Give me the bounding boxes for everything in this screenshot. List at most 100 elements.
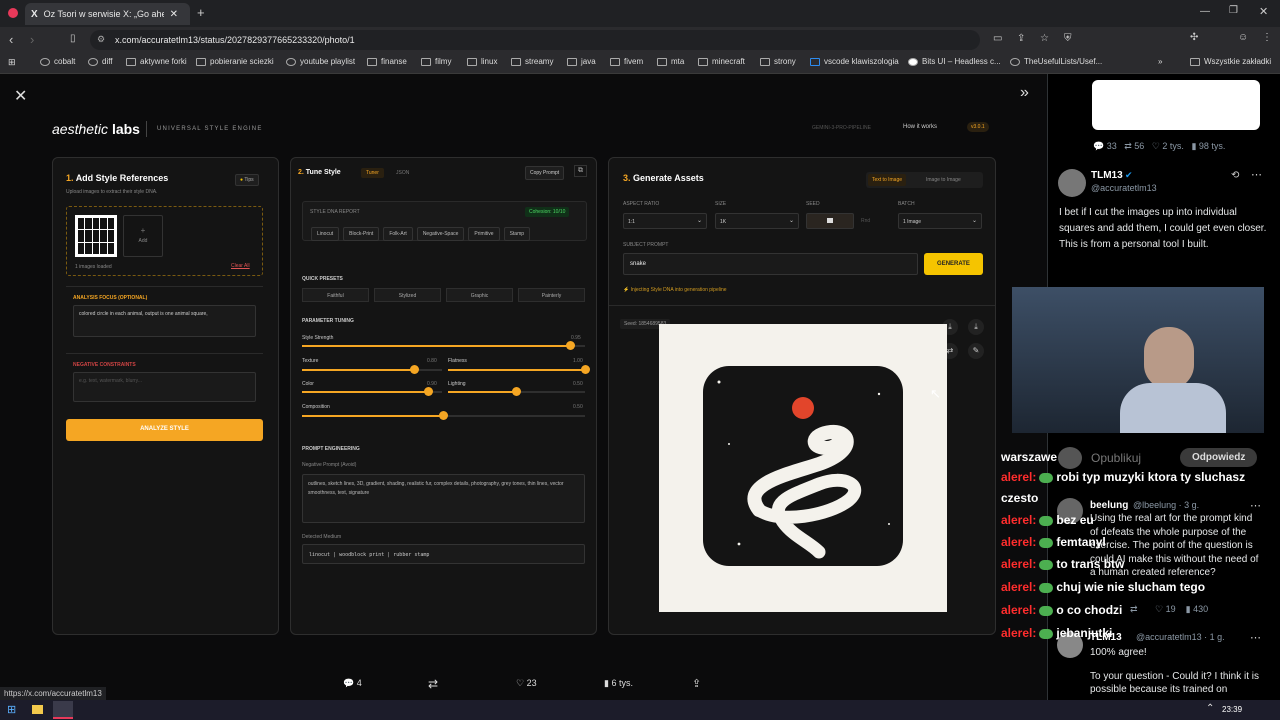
tab-tuner[interactable]: Tuner xyxy=(361,168,384,178)
more-icon[interactable]: ⋮ xyxy=(1262,32,1272,43)
tray-chevron-icon[interactable]: ⌃ xyxy=(1206,703,1214,714)
subject-prompt-input[interactable]: snake xyxy=(623,253,918,275)
bookmark-diff[interactable]: diff xyxy=(88,57,113,66)
browser-tab[interactable]: X Oz Tsori w serwisie X: „Go ahead… ✕ xyxy=(25,3,190,25)
neg-input[interactable]: e.g. text, watermark, blurry... xyxy=(73,372,256,402)
tab-image-to-image[interactable]: Image to Image xyxy=(926,177,961,183)
url-field[interactable]: ⚙ x.com/accuratetlm13/status/20278293776… xyxy=(90,30,980,50)
reference-dropzone[interactable]: + Add 1 images loaded Clear All xyxy=(66,206,263,276)
close-icon[interactable]: ✕ xyxy=(14,86,27,106)
profile-icon[interactable]: ☺ xyxy=(1238,32,1248,43)
bookmark-linux[interactable]: linux xyxy=(467,57,497,66)
more-icon[interactable]: ⋯ xyxy=(1250,499,1261,512)
avatar[interactable] xyxy=(1058,169,1086,197)
flatness-slider[interactable] xyxy=(448,365,590,374)
cast-icon[interactable]: ▭ xyxy=(993,33,1002,44)
close-tab-icon[interactable]: ✕ xyxy=(170,9,178,20)
tab-json[interactable]: JSON xyxy=(396,170,409,176)
shield-icon[interactable]: ⛨ xyxy=(1064,33,1072,44)
copy-icon[interactable]: ⧉ xyxy=(574,165,587,177)
collapse-sidebar-icon[interactable]: » xyxy=(1020,84,1029,102)
batch-select[interactable]: 1 Image ⌄ xyxy=(898,213,982,229)
browser-taskbar-icon[interactable] xyxy=(53,701,73,719)
like-action[interactable]: ♡ 23 xyxy=(516,678,537,689)
how-it-works-link[interactable]: How it works xyxy=(903,124,937,130)
bookmark-fivem[interactable]: fivem xyxy=(610,57,643,66)
chevron-more-icon[interactable]: » xyxy=(1158,57,1162,66)
size-select[interactable]: 1K ⌄ xyxy=(715,213,799,229)
reply1-handle[interactable]: @accuratetlm13 xyxy=(1091,183,1157,193)
share-action[interactable]: ⇪ xyxy=(692,677,701,690)
generate-button[interactable]: GENERATE xyxy=(924,253,983,275)
bookmark-usefullists[interactable]: TheUsefulLists/Usef... xyxy=(1010,57,1102,66)
bookmark-bits-ui[interactable]: Bits UI – Headless c... xyxy=(908,57,1001,66)
preset-stylized[interactable]: Stylized xyxy=(374,288,441,302)
add-image-button[interactable]: + Add xyxy=(123,215,163,257)
generated-image[interactable] xyxy=(659,324,947,612)
copy-prompt-button[interactable]: Copy Prompt xyxy=(525,166,565,180)
aspect-ratio-select[interactable]: 1:1 ⌄ xyxy=(623,213,707,229)
share-icon[interactable]: ⇪ xyxy=(1017,33,1025,44)
file-explorer-icon[interactable] xyxy=(32,705,43,714)
bookmark-java[interactable]: java xyxy=(567,57,596,66)
more-icon[interactable]: ⋯ xyxy=(1251,168,1262,181)
reply2-name[interactable]: beelung xyxy=(1090,500,1128,511)
bookmark-vscode[interactable]: vscode klawiszologia xyxy=(810,57,899,66)
lighting-slider[interactable] xyxy=(448,387,585,396)
bookmark-youtube[interactable]: youtube playlist xyxy=(286,57,355,66)
bookmark-finanse[interactable]: finanse xyxy=(367,57,407,66)
bookmark-pobieranie[interactable]: pobieranie sciezki xyxy=(196,57,274,66)
restore-icon[interactable]: ❐ xyxy=(1229,5,1238,16)
post-image-thumbnail[interactable] xyxy=(1092,80,1260,130)
bookmark-cobalt[interactable]: cobalt xyxy=(40,57,75,66)
browser-menu-icon[interactable] xyxy=(8,8,18,18)
tips-button[interactable]: ● Tips xyxy=(235,174,259,186)
bookmark-aktywne-forki[interactable]: aktywne forki xyxy=(126,57,187,66)
edit-icon[interactable]: ✎ xyxy=(968,343,984,359)
grok-icon[interactable]: ⟲ xyxy=(1231,170,1239,181)
preset-painterly[interactable]: Painterly xyxy=(518,288,585,302)
forward-icon[interactable]: › xyxy=(30,32,34,47)
seed-random-button[interactable]: Rnd xyxy=(861,218,870,224)
extensions-icon[interactable]: ✣ xyxy=(1190,32,1198,43)
reply-button[interactable]: Odpowiedz xyxy=(1180,448,1258,467)
bookmark-strony[interactable]: strony xyxy=(760,57,796,66)
more-icon[interactable]: ⋯ xyxy=(1250,631,1261,644)
seed-input[interactable] xyxy=(806,213,854,229)
neg-prompt-textarea[interactable]: outlines, sketch lines, 3D, gradient, sh… xyxy=(302,474,585,523)
focus-input[interactable]: colored circle in each animal, output is… xyxy=(73,305,256,337)
repost-action[interactable]: ⇄ xyxy=(428,677,438,691)
new-tab-icon[interactable]: + xyxy=(197,5,205,20)
composition-slider[interactable] xyxy=(302,411,585,420)
republish-button[interactable]: Opublikuj xyxy=(1091,451,1141,465)
start-icon[interactable]: ⊞ xyxy=(7,703,16,716)
reply-action[interactable]: 💬 4 xyxy=(343,678,362,689)
views-action[interactable]: ▮ 6 tys. xyxy=(604,678,633,689)
reply3-handle[interactable]: @accuratetlm13 · 1 g. xyxy=(1136,632,1225,642)
bookmark-minecraft[interactable]: minecraft xyxy=(698,57,745,66)
view-count: ▮ 430 xyxy=(1185,604,1209,614)
analyze-style-button[interactable]: ANALYZE STYLE xyxy=(66,419,263,441)
minimize-icon[interactable]: — xyxy=(1200,6,1210,17)
bookmark-icon[interactable]: ▯ xyxy=(70,33,76,44)
texture-slider[interactable] xyxy=(302,365,442,374)
site-info-icon[interactable]: ⚙ xyxy=(97,34,105,45)
reply1-name[interactable]: TLM13 xyxy=(1091,170,1123,181)
style-strength-slider[interactable] xyxy=(302,341,585,350)
tab-text-to-image[interactable]: Text to Image xyxy=(868,174,907,186)
back-icon[interactable]: ‹ xyxy=(9,32,13,47)
bookmark-mta[interactable]: mta xyxy=(657,57,684,66)
preset-graphic[interactable]: Graphic xyxy=(446,288,513,302)
close-window-icon[interactable]: ✕ xyxy=(1259,5,1268,18)
bookmark-streamy[interactable]: streamy xyxy=(511,57,553,66)
reply2-handle[interactable]: @lbeelung · 3 g. xyxy=(1133,500,1199,510)
color-slider[interactable] xyxy=(302,387,442,396)
preset-faithful[interactable]: Faithful xyxy=(302,288,369,302)
star-icon[interactable]: ☆ xyxy=(1040,33,1049,44)
apps-icon[interactable]: ⊞ xyxy=(8,57,16,68)
clear-all-link[interactable]: Clear All xyxy=(231,263,250,269)
reference-thumbnail[interactable] xyxy=(75,215,117,257)
bookmark-filmy[interactable]: filmy xyxy=(421,57,451,66)
bookmark-all[interactable]: Wszystkie zakładki xyxy=(1190,57,1271,66)
save-icon[interactable]: ⤓ xyxy=(968,319,984,335)
